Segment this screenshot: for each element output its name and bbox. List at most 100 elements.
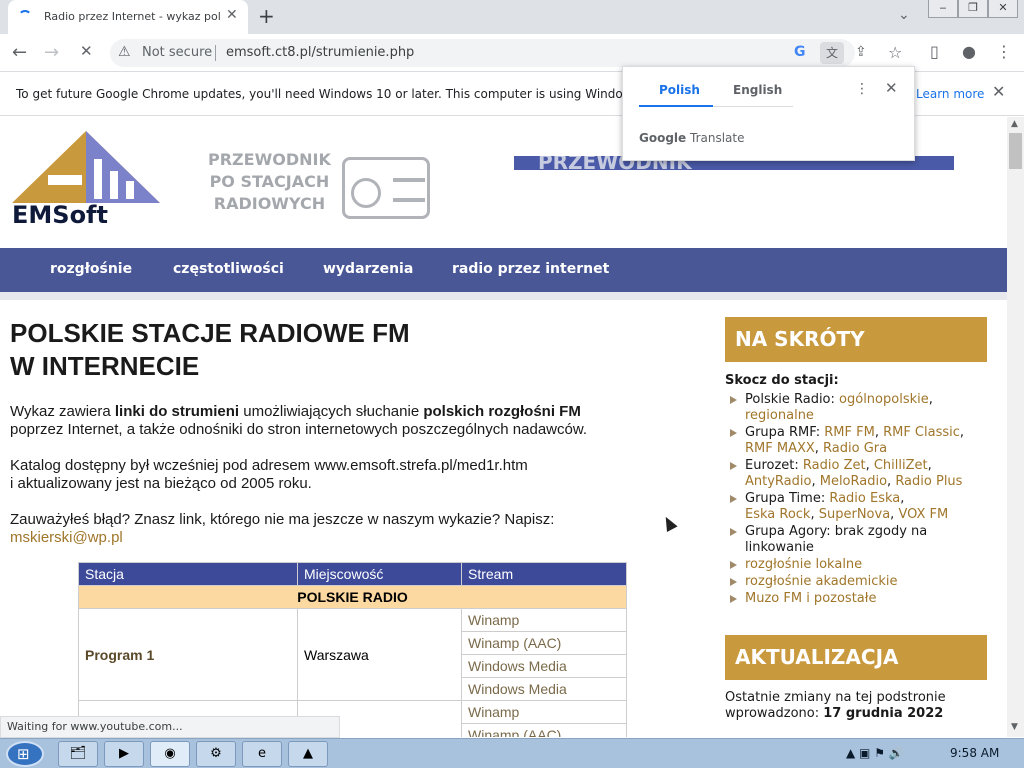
sidebar-link[interactable]: regionalne: [745, 408, 814, 423]
text-bold: linki do strumieni: [114, 403, 240, 420]
share-icon[interactable]: ⇪: [855, 44, 867, 60]
logo-bar: [94, 159, 102, 199]
active-tab-indicator: [639, 105, 713, 107]
side-panel-icon[interactable]: ▯: [930, 42, 939, 61]
infobar-message: To get future Google Chrome updates, you…: [16, 87, 655, 101]
tab-polish[interactable]: Polish: [659, 83, 700, 97]
vlc-taskbar-button[interactable]: ▲: [288, 741, 328, 767]
chrome-menu-icon[interactable]: ⋮: [996, 42, 1012, 61]
tagline: PRZEWODNIK PO STACJACH RADIOWYCH: [208, 149, 331, 215]
text: Wykaz zawiera: [10, 403, 115, 420]
text: umożliwiających słuchanie: [239, 403, 424, 420]
nav-czestotliwosci[interactable]: częstotliwości: [173, 261, 284, 277]
text: Polskie Radio:: [745, 392, 840, 407]
text: Grupa Agory: brak zgody na linkowanie: [745, 524, 928, 555]
media-player-taskbar-button[interactable]: ▶: [104, 741, 144, 767]
sidebar-link[interactable]: RMF MAXX: [745, 441, 815, 456]
back-button[interactable]: ←: [12, 42, 27, 63]
system-tray-icons[interactable]: ▲ ▣ ⚑ 🔊: [846, 746, 904, 760]
stations-table: Stacja Miejscowość Stream POLSKIE RADIO …: [78, 562, 627, 737]
ie-taskbar-button[interactable]: e: [242, 741, 282, 767]
scroll-down-arrow-icon[interactable]: ▼: [1011, 722, 1018, 732]
close-window-button[interactable]: ✕: [988, 0, 1018, 18]
taskbar-clock[interactable]: 9:58 AM: [950, 746, 999, 760]
tab-english[interactable]: English: [733, 83, 782, 97]
sidebar-link[interactable]: Radio Gra: [823, 441, 887, 456]
scroll-up-arrow-icon[interactable]: ▲: [1011, 119, 1018, 129]
sidebar-link[interactable]: RMF FM: [824, 425, 875, 440]
sidebar-link[interactable]: Radio Plus: [895, 474, 962, 489]
minimize-button[interactable]: ‒: [928, 0, 958, 18]
sidebar-box-title: NA SKRÓTY: [725, 317, 987, 362]
bookmark-star-icon[interactable]: ☆: [888, 43, 902, 62]
sidebar-list-item: Grupa Time: Radio Eska, Eska Rock, SuperN…: [725, 491, 987, 523]
tab-close-button[interactable]: ✕: [226, 7, 238, 23]
tab-active[interactable]: Radio przez Internet - wykaz polskich ✕: [8, 0, 248, 34]
page-scrollbar[interactable]: ▲ ▼: [1007, 117, 1024, 737]
sidebar-link[interactable]: ChilliZet: [874, 458, 928, 473]
text: Grupa RMF:: [745, 425, 825, 440]
close-popup-button[interactable]: ✕: [885, 79, 898, 97]
logo-text[interactable]: EMSoft: [12, 201, 108, 229]
radio-speaker: [351, 178, 381, 208]
learn-more-link[interactable]: Learn more: [916, 87, 984, 101]
table-header-row: Stacja Miejscowość Stream: [78, 562, 627, 586]
sidebar-link[interactable]: Radio Zet: [803, 458, 866, 473]
address-bar[interactable]: ⚠ Not secure emsoft.ct8.pl/strumienie.ph…: [110, 39, 902, 67]
chrome-taskbar-button[interactable]: ◉: [150, 741, 190, 767]
nav-radio-przez-internet[interactable]: radio przez internet: [452, 261, 609, 277]
google-lens-icon[interactable]: G: [794, 44, 806, 60]
main-nav: rozgłośnie częstotliwości wydarzenia rad…: [0, 248, 1007, 292]
sidebar-link[interactable]: Muzo FM i pozostałe: [745, 591, 876, 606]
stop-reload-button[interactable]: ✕: [80, 42, 93, 60]
windows-taskbar: ⊞ 🗂 ▶ ◉ ⚙ e ▲ ▲ ▣ ⚑ 🔊 9:58 AM: [0, 738, 1024, 768]
stream-link[interactable]: Winamp: [461, 700, 627, 724]
security-label[interactable]: Not secure: [142, 45, 212, 60]
sidebar-link[interactable]: RMF Classic: [883, 425, 960, 440]
sidebar-link[interactable]: rozgłośnie akademickie: [745, 574, 898, 589]
update-date: 17 grudnia 2022: [823, 706, 944, 721]
new-tab-button[interactable]: +: [258, 4, 275, 28]
start-button[interactable]: ⊞: [6, 741, 44, 767]
more-options-icon[interactable]: ⋮: [855, 81, 869, 97]
stream-link[interactable]: Winamp (AAC): [461, 631, 627, 655]
station-name[interactable]: Program 1: [78, 608, 298, 701]
sidebar-link[interactable]: SuperNova: [819, 507, 890, 522]
sidebar-link[interactable]: ogólnopolskie: [839, 392, 929, 407]
warning-icon[interactable]: ⚠: [118, 44, 131, 60]
infobar-close-button[interactable]: ✕: [992, 82, 1005, 101]
main-content: POLSKIE STACJE RADIOWE FM W INTERNECIE W…: [10, 317, 690, 547]
stream-link[interactable]: Windows Media: [461, 677, 627, 701]
explorer-taskbar-button[interactable]: 🗂: [58, 741, 98, 767]
translate-icon[interactable]: 文: [820, 42, 844, 64]
stream-link[interactable]: Winamp: [461, 608, 627, 632]
profile-icon[interactable]: ●: [962, 42, 976, 61]
app-taskbar-button[interactable]: ⚙: [196, 741, 236, 767]
sidebar-link[interactable]: Radio Eska: [829, 491, 900, 506]
nav-wydarzenia[interactable]: wydarzenia: [323, 261, 413, 277]
divider: [215, 45, 216, 61]
sidebar-link[interactable]: VOX FM: [898, 507, 948, 522]
restore-button[interactable]: ❐: [958, 0, 988, 18]
sidebar-link[interactable]: rozgłośnie lokalne: [745, 557, 862, 572]
nav-divider: [0, 292, 1007, 300]
sidebar-list-item: Eurozet: Radio Zet, ChilliZet, AntyRadio,…: [725, 458, 987, 490]
stream-link[interactable]: Windows Media: [461, 654, 627, 678]
sidebar-link[interactable]: Eska Rock: [745, 507, 810, 522]
sidebar-link[interactable]: AntyRadio: [745, 474, 811, 489]
scrollbar-thumb[interactable]: [1009, 133, 1022, 169]
stream-link[interactable]: Winamp (AAC): [461, 723, 627, 737]
logo-bar: [126, 181, 134, 199]
nav-rozglosnie[interactable]: rozgłośnie: [50, 261, 132, 277]
sidebar: NA SKRÓTY Skocz do stacji: Polskie Radio…: [725, 317, 987, 722]
contact-paragraph: Zauważyłeś błąd? Znasz link, którego nie…: [10, 511, 690, 547]
email-link[interactable]: mskierski@wp.pl: [10, 529, 690, 547]
tab-search-button[interactable]: ⌄: [898, 7, 910, 23]
url-text[interactable]: emsoft.ct8.pl/strumienie.php: [226, 45, 414, 60]
sidebar-list-item: Grupa Agory: brak zgody na linkowanie: [725, 524, 987, 556]
intro-paragraph: Wykaz zawiera linki do strumieni umożliw…: [10, 403, 690, 439]
radio-icon: [342, 157, 430, 219]
sidebar-link[interactable]: MeloRadio: [820, 474, 887, 489]
forward-button[interactable]: →: [44, 42, 59, 63]
sidebar-list-item: Polskie Radio: ogólnopolskie, regionalne: [725, 392, 987, 424]
